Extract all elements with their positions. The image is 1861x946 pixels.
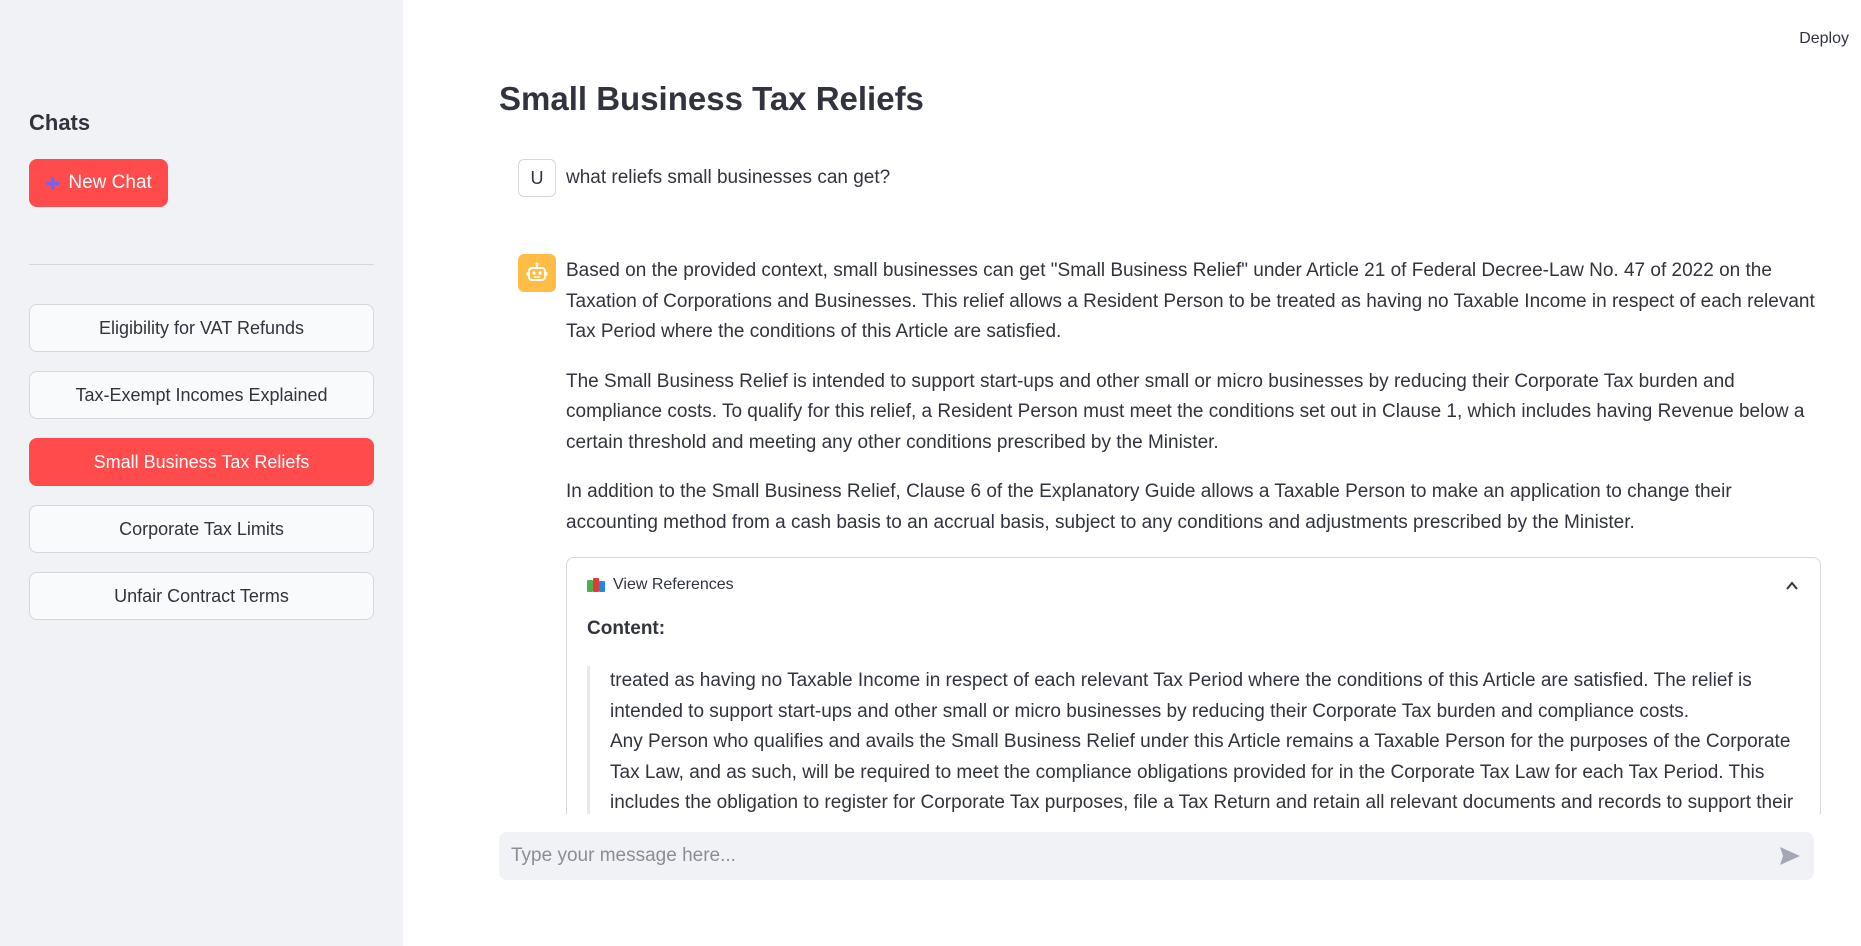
robot-icon: [526, 262, 548, 281]
assistant-paragraph: In addition to the Small Business Relief…: [566, 481, 1732, 533]
send-icon[interactable]: [1778, 844, 1802, 868]
chat-input[interactable]: [511, 845, 1778, 867]
page-title: Small Business Tax Reliefs: [499, 80, 924, 117]
user-message-text: what reliefs small businesses can get?: [566, 167, 891, 188]
sidebar-title: Chats: [29, 110, 91, 135]
plus-icon: +: [45, 168, 61, 198]
sidebar: Chats + New Chat Eligibility for VAT Ref…: [0, 0, 403, 946]
assistant-avatar: [518, 254, 556, 292]
references-content-label: Content:: [587, 618, 666, 639]
user-message: U what reliefs small businesses can get?: [518, 159, 890, 197]
new-chat-button[interactable]: + New Chat: [29, 159, 168, 207]
reference-line: Any Person who qualifies and avails the …: [610, 731, 1794, 813]
reference-line: treated as having no Taxable Income in r…: [610, 670, 1752, 722]
new-chat-label: New Chat: [68, 172, 152, 193]
chat-item-vat-refunds[interactable]: Eligibility for VAT Refunds: [29, 304, 374, 352]
references-quote: treated as having no Taxable Income in r…: [587, 666, 1802, 814]
assistant-message: Based on the provided context, small bus…: [566, 256, 1821, 557]
chat-item-tax-exempt-incomes[interactable]: Tax-Exempt Incomes Explained: [29, 371, 374, 419]
chat-item-corporate-tax-limits[interactable]: Corporate Tax Limits: [29, 505, 374, 553]
chevron-up-icon[interactable]: [1786, 580, 1798, 592]
chat-item-small-business-reliefs[interactable]: Small Business Tax Reliefs: [29, 438, 374, 486]
main-area: Small Business Tax Reliefs U what relief…: [403, 0, 1861, 946]
references-label: View References: [613, 576, 734, 593]
references-toggle[interactable]: View References: [587, 576, 734, 594]
sidebar-divider: [29, 264, 374, 265]
assistant-paragraph: Based on the provided context, small bus…: [566, 260, 1815, 342]
books-icon: [587, 578, 605, 592]
chat-item-unfair-contract-terms[interactable]: Unfair Contract Terms: [29, 572, 374, 620]
chat-input-bar: [499, 832, 1814, 880]
assistant-paragraph: The Small Business Relief is intended to…: [566, 370, 1805, 453]
references-expander: View References Content: treated as havi…: [566, 557, 1821, 814]
user-avatar: U: [518, 159, 556, 197]
chat-list: Eligibility for VAT Refunds Tax-Exempt I…: [29, 304, 374, 639]
